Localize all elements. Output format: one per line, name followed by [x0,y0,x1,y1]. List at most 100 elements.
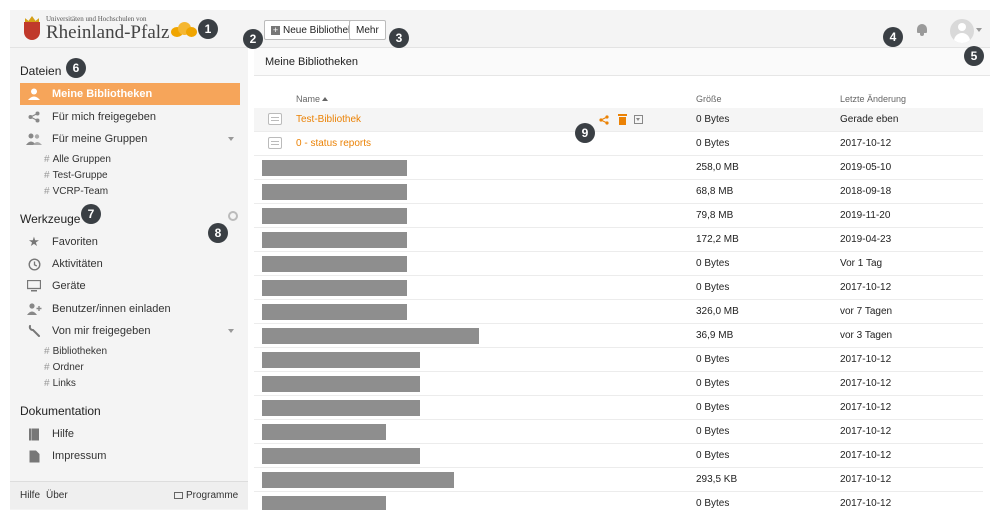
chevron-down-icon[interactable] [228,137,234,141]
sidebar-item-label: Favoriten [52,236,98,248]
table-row[interactable]: 0 Bytes 2017-10-12 [254,348,983,372]
star-icon: ★ [28,234,40,249]
callout-badge: 1 [198,19,218,39]
table-row[interactable]: 0 Bytes 2017-10-12 [254,444,983,468]
library-modified: vor 7 Tagen [840,306,893,317]
more-label: Mehr [356,24,379,36]
library-size: 0 Bytes [696,138,730,149]
shared-item-libraries[interactable]: # Bibliotheken [44,343,107,359]
trash-icon[interactable] [618,114,627,125]
top-bar: Universitäten und Hochschulen von Rheinl… [10,10,990,48]
table-row[interactable]: 0 Bytes 2017-10-12 [254,372,983,396]
shared-item-links[interactable]: # Links [44,375,76,391]
new-library-label: Neue Bibliothek [283,24,354,36]
table-row[interactable]: 0 Bytes 2017-10-12 [254,396,983,420]
sidebar-item-label: Aktivitäten [52,258,103,270]
library-name-link[interactable]: 0 - status reports [296,138,371,149]
sidebar-item-label: Von mir freigegeben [52,325,151,337]
library-modified: 2017-10-12 [840,498,892,509]
shared-label: Links [52,377,76,389]
main-content: Meine Bibliotheken Name Größe Letzte Änd… [254,48,990,510]
table-row[interactable]: 172,2 MB 2019-04-23 [254,228,983,252]
chevron-down-icon[interactable] [976,28,982,32]
gear-icon[interactable] [228,211,238,221]
callout-badge: 3 [389,28,409,48]
column-header-size[interactable]: Größe [696,94,722,104]
page-title: Meine Bibliotheken [254,48,990,76]
library-modified: 2017-10-12 [840,354,892,365]
table-row[interactable]: 0 Bytes 2017-10-12 [254,420,983,444]
group-item-all[interactable]: # Alle Gruppen [44,151,111,167]
table-row[interactable]: 0 Bytes 2017-10-12 [254,492,983,510]
bell-icon[interactable] [916,23,928,36]
library-modified: 2017-10-12 [840,138,892,149]
library-size: 258,0 MB [696,162,739,173]
library-icon [268,113,282,125]
library-modified: 2017-10-12 [840,426,892,437]
library-name-link[interactable]: Test-Bibliothek [296,114,361,125]
library-size: 0 Bytes [696,426,730,437]
avatar[interactable] [950,19,974,43]
library-modified: Gerade eben [840,114,899,125]
group-icon [26,131,42,147]
library-size: 293,5 KB [696,474,738,485]
group-item-test[interactable]: # Test-Gruppe [44,167,108,183]
table-row[interactable]: 36,9 MB vor 3 Tagen [254,324,983,348]
footer-help-link[interactable]: Hilfe [20,490,40,501]
share-icon[interactable] [599,115,609,125]
library-modified: 2017-10-12 [840,378,892,389]
logo[interactable]: Universitäten und Hochschulen von Rheinl… [22,14,198,44]
group-item-vcrp[interactable]: # VCRP-Team [44,183,108,199]
table-row[interactable]: 326,0 MB vor 7 Tagen [254,300,983,324]
column-label: Name [296,94,321,104]
column-header-modified[interactable]: Letzte Änderung [840,94,906,104]
new-library-button[interactable]: + Neue Bibliothek [264,20,361,40]
table-row[interactable]: 293,5 KB 2017-10-12 [254,468,983,492]
wrench-icon [26,323,42,339]
sidebar-item-help[interactable]: Hilfe [20,423,240,445]
table-row[interactable]: 258,0 MB 2019-05-10 [254,156,983,180]
dropdown-icon[interactable] [634,115,643,124]
sidebar-item-devices[interactable]: Geräte [20,275,240,297]
redacted-name [262,232,407,248]
redacted-name [262,208,407,224]
library-size: 326,0 MB [696,306,739,317]
crest-icon [22,16,42,42]
shared-label: Ordner [52,361,84,373]
callout-badge: 8 [208,223,228,243]
sidebar-item-invite-users[interactable]: Benutzer/innen einladen [20,298,240,320]
sidebar-item-favorites[interactable]: ★ Favoriten [20,231,240,253]
callout-badge: 4 [883,27,903,47]
sidebar-item-label: Geräte [52,280,86,292]
table-row[interactable]: Test-Bibliothek 0 Bytes Gerade eben [254,108,983,132]
library-size: 0 Bytes [696,450,730,461]
table-row[interactable]: 0 Bytes Vor 1 Tag [254,252,983,276]
sidebar-item-label: Benutzer/innen einladen [52,303,171,315]
sidebar-item-shared-by-me[interactable]: Von mir freigegeben [20,320,240,342]
sidebar-item-my-groups[interactable]: Für meine Gruppen [20,128,240,150]
sidebar-item-my-libraries[interactable]: Meine Bibliotheken [20,83,240,105]
library-size: 0 Bytes [696,402,730,413]
table-row[interactable]: 68,8 MB 2018-09-18 [254,180,983,204]
library-size: 0 Bytes [696,282,730,293]
more-button[interactable]: Mehr [349,20,386,40]
library-modified: Vor 1 Tag [840,258,883,269]
table-row[interactable]: 0 - status reports 0 Bytes 2017-10-12 [254,132,983,156]
library-modified: 2017-10-12 [840,282,892,293]
column-header-name[interactable]: Name [296,94,329,104]
library-modified: 2017-10-12 [840,402,892,413]
footer-programs-link[interactable]: Programme [174,490,238,501]
table-row[interactable]: 0 Bytes 2017-10-12 [254,276,983,300]
chevron-down-icon[interactable] [228,329,234,333]
sidebar-item-imprint[interactable]: Impressum [20,445,240,467]
library-modified: 2017-10-12 [840,474,892,485]
footer-about-link[interactable]: Über [46,490,68,501]
table-row[interactable]: 79,8 MB 2019-11-20 [254,204,983,228]
sidebar-item-activities[interactable]: Aktivitäten [20,253,240,275]
shared-item-folders[interactable]: # Ordner [44,359,84,375]
redacted-name [262,352,420,368]
sidebar-item-shared-with-me[interactable]: Für mich freigegeben [20,106,240,128]
library-size: 0 Bytes [696,114,730,125]
library-size: 0 Bytes [696,378,730,389]
sidebar: Dateien Meine Bibliotheken Für mich frei… [10,48,248,510]
